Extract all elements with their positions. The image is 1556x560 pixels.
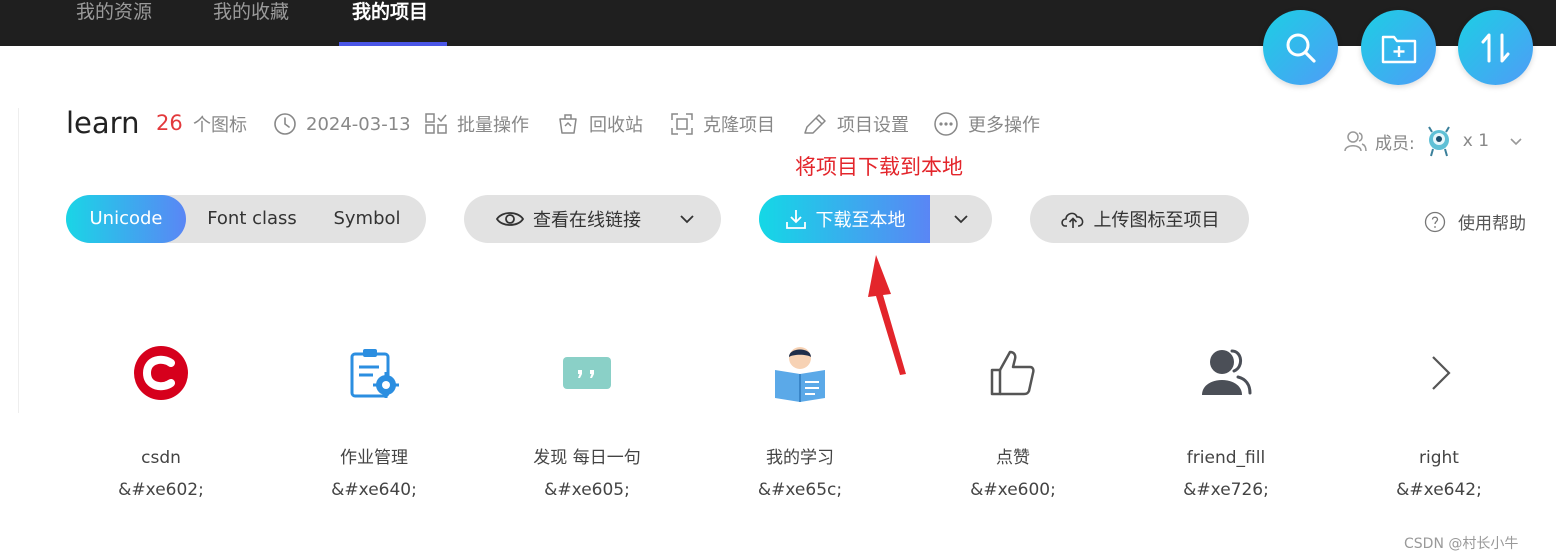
download-icon bbox=[785, 210, 806, 229]
members-count: x 1 bbox=[1462, 131, 1490, 151]
search-button[interactable] bbox=[1263, 10, 1338, 85]
annotation-text: 将项目下载到本地 bbox=[795, 155, 963, 179]
icon-card[interactable]: right &#xe642; bbox=[1349, 340, 1529, 502]
icon-name: 发现 每日一句 bbox=[533, 448, 641, 468]
members[interactable]: 成员: x 1 bbox=[1343, 125, 1525, 157]
project-date-text: 2024-03-13 bbox=[306, 113, 411, 135]
search-icon bbox=[1286, 33, 1316, 63]
icon-count-unit: 个图标 bbox=[193, 111, 247, 137]
chevron-down-icon bbox=[954, 215, 968, 224]
format-unicode[interactable]: Unicode bbox=[66, 195, 186, 243]
help-link[interactable]: 使用帮助 bbox=[1424, 209, 1526, 234]
icon-card[interactable]: 我的学习 &#xe65c; bbox=[710, 340, 890, 502]
view-online-link-label: 查看在线链接 bbox=[533, 210, 641, 231]
upload-label: 上传图标至项目 bbox=[1093, 210, 1220, 231]
icon-name: 点赞 bbox=[996, 448, 1030, 468]
avatar bbox=[1427, 126, 1450, 157]
chevron-right-icon bbox=[1432, 356, 1451, 390]
thumbs-up-icon bbox=[990, 350, 1035, 396]
icon-code: &#xe602; bbox=[118, 480, 204, 500]
tab-my-projects[interactable]: 我的项目 bbox=[352, 0, 428, 46]
members-icon bbox=[1344, 131, 1367, 152]
icon-card[interactable]: 点赞 &#xe600; bbox=[923, 340, 1103, 502]
project-settings[interactable]: 项目设置 bbox=[802, 111, 909, 137]
clone-project[interactable]: 克隆项目 bbox=[670, 111, 775, 137]
members-label: 成员: bbox=[1375, 133, 1415, 154]
icon-code: &#xe605; bbox=[544, 480, 630, 500]
icon-name: right bbox=[1419, 448, 1459, 468]
icon-name: friend_fill bbox=[1186, 448, 1266, 468]
project-name: learn bbox=[66, 106, 140, 140]
recycle-bin-label: 回收站 bbox=[589, 115, 643, 136]
recycle-bin-icon bbox=[559, 114, 577, 134]
icon-card[interactable]: 作业管理 &#xe640; bbox=[284, 340, 464, 502]
icon-name: 作业管理 bbox=[340, 448, 408, 468]
chevron-down-icon bbox=[1510, 138, 1522, 146]
quote-icon bbox=[563, 357, 611, 389]
friend-icon bbox=[1202, 349, 1252, 395]
icon-card[interactable]: 发现 每日一句 &#xe605; bbox=[497, 340, 677, 502]
chevron-down-icon bbox=[680, 215, 694, 224]
project-date: 2024-03-13 bbox=[273, 111, 411, 137]
icon-code: &#xe600; bbox=[970, 480, 1056, 500]
batch-operation[interactable]: 批量操作 bbox=[424, 111, 529, 137]
more-icon bbox=[934, 112, 958, 136]
cloud-upload-icon bbox=[1060, 212, 1083, 228]
more-actions[interactable]: 更多操作 bbox=[933, 111, 1040, 137]
format-switch: Unicode Font class Symbol bbox=[66, 195, 426, 243]
download-label: 下载至本地 bbox=[815, 210, 906, 231]
icon-card[interactable]: friend_fill &#xe726; bbox=[1136, 340, 1316, 502]
icon-code: &#xe726; bbox=[1183, 480, 1269, 500]
download-split-button: 下载至本地 bbox=[759, 195, 992, 243]
more-actions-label: 更多操作 bbox=[968, 115, 1040, 136]
icon-code: &#xe640; bbox=[331, 480, 417, 500]
icon-count: 26 bbox=[156, 111, 183, 135]
recycle-bin[interactable]: 回收站 bbox=[556, 111, 643, 137]
tab-my-resources[interactable]: 我的资源 bbox=[76, 0, 152, 46]
new-folder-icon bbox=[1381, 35, 1416, 63]
view-online-link-button[interactable]: 查看在线链接 bbox=[464, 195, 721, 243]
csdn-logo-icon bbox=[134, 346, 188, 400]
divider bbox=[18, 108, 19, 413]
sort-button[interactable] bbox=[1458, 10, 1533, 85]
project-settings-label: 项目设置 bbox=[837, 115, 909, 136]
help-icon bbox=[1424, 211, 1446, 232]
icon-code: &#xe642; bbox=[1396, 480, 1482, 500]
format-font-class[interactable]: Font class bbox=[192, 195, 312, 243]
clone-project-label: 克隆项目 bbox=[703, 115, 775, 136]
active-tab-indicator bbox=[339, 42, 447, 46]
format-symbol[interactable]: Symbol bbox=[312, 195, 422, 243]
help-label: 使用帮助 bbox=[1458, 214, 1526, 234]
study-icon bbox=[775, 347, 825, 402]
icon-count-unit-label: 个图标 bbox=[193, 115, 247, 136]
download-button[interactable]: 下载至本地 bbox=[759, 195, 930, 243]
clock-icon bbox=[274, 113, 296, 135]
watermark: CSDN @村长小牛 bbox=[1404, 536, 1519, 552]
homework-icon bbox=[350, 349, 399, 398]
new-project-button[interactable] bbox=[1361, 10, 1436, 85]
clone-icon bbox=[671, 113, 693, 135]
tab-my-favorites[interactable]: 我的收藏 bbox=[213, 0, 289, 46]
eye-icon bbox=[495, 212, 525, 226]
settings-pen-icon bbox=[804, 114, 826, 134]
sort-icon bbox=[1481, 33, 1509, 62]
icon-name: 我的学习 bbox=[766, 448, 834, 468]
batch-icon bbox=[425, 113, 447, 134]
icon-code: &#xe65c; bbox=[757, 480, 843, 500]
upload-icons-button[interactable]: 上传图标至项目 bbox=[1030, 195, 1249, 243]
download-options-toggle[interactable] bbox=[930, 195, 992, 243]
batch-operation-label: 批量操作 bbox=[457, 115, 529, 136]
icon-name: csdn bbox=[141, 448, 181, 468]
icon-card[interactable]: csdn &#xe602; bbox=[71, 340, 251, 502]
